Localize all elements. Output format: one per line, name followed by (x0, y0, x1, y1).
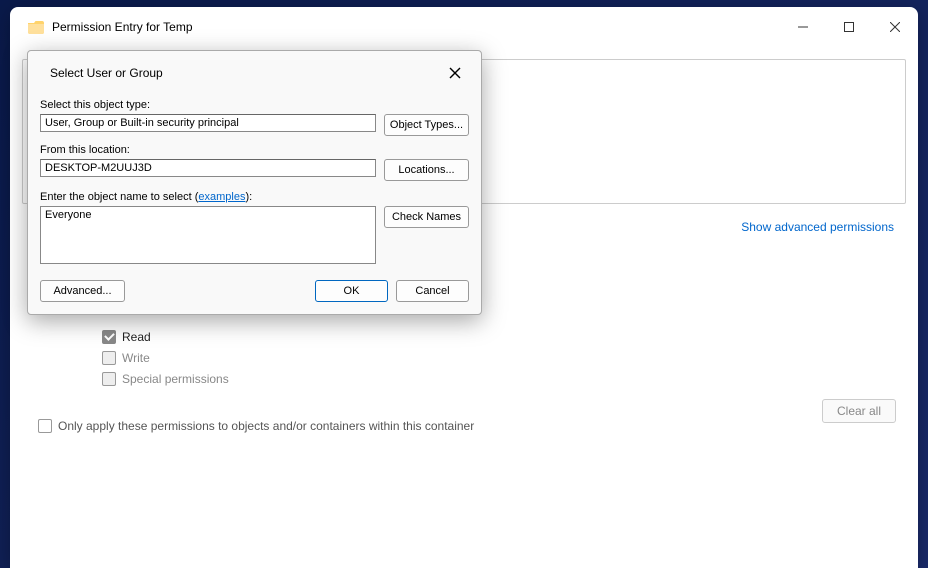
write-checkbox[interactable] (102, 351, 116, 365)
window-controls (780, 7, 918, 47)
only-apply-label: Only apply these permissions to objects … (58, 419, 474, 433)
examples-link[interactable]: examples (198, 191, 245, 203)
object-type-field: User, Group or Built-in security princip… (40, 114, 376, 132)
footer-spacer (133, 280, 307, 302)
enter-name-label: Enter the object name to select (example… (40, 191, 469, 203)
location-label: From this location: (40, 144, 469, 156)
maximize-button[interactable] (826, 7, 872, 47)
permissions-list: Read Write Special permissions (102, 326, 906, 389)
read-label: Read (122, 330, 151, 344)
object-type-label: Select this object type: (40, 99, 469, 111)
write-label: Write (122, 351, 150, 365)
special-checkbox[interactable] (102, 372, 116, 386)
only-apply-checkbox[interactable] (38, 419, 52, 433)
locations-button[interactable]: Locations... (384, 159, 469, 181)
location-field: DESKTOP-M2UUJ3D (40, 159, 376, 177)
permission-read: Read (102, 326, 906, 347)
only-apply-row: Only apply these permissions to objects … (38, 419, 906, 433)
special-label: Special permissions (122, 372, 229, 386)
advanced-button[interactable]: Advanced... (40, 280, 125, 302)
object-types-button[interactable]: Object Types... (384, 114, 469, 136)
enter-suffix: ): (245, 191, 252, 203)
clear-all-button[interactable]: Clear all (822, 399, 896, 423)
dialog-body: Select this object type: User, Group or … (28, 99, 481, 274)
close-button[interactable] (872, 7, 918, 47)
read-checkbox[interactable] (102, 330, 116, 344)
minimize-button[interactable] (780, 7, 826, 47)
window-title: Permission Entry for Temp (52, 20, 780, 34)
cancel-button[interactable]: Cancel (396, 280, 469, 302)
dialog-title: Select User or Group (50, 66, 443, 80)
permission-special: Special permissions (102, 368, 906, 389)
dialog-close-button[interactable] (443, 61, 467, 85)
select-user-dialog: Select User or Group Select this object … (27, 50, 482, 315)
object-name-input[interactable] (40, 206, 376, 264)
titlebar: Permission Entry for Temp (10, 7, 918, 47)
dialog-footer: Advanced... OK Cancel (28, 274, 481, 310)
folder-icon (28, 21, 44, 34)
dialog-titlebar: Select User or Group (28, 51, 481, 95)
ok-button[interactable]: OK (315, 280, 388, 302)
enter-prefix: Enter the object name to select ( (40, 191, 198, 203)
check-names-button[interactable]: Check Names (384, 206, 469, 228)
permission-write: Write (102, 347, 906, 368)
